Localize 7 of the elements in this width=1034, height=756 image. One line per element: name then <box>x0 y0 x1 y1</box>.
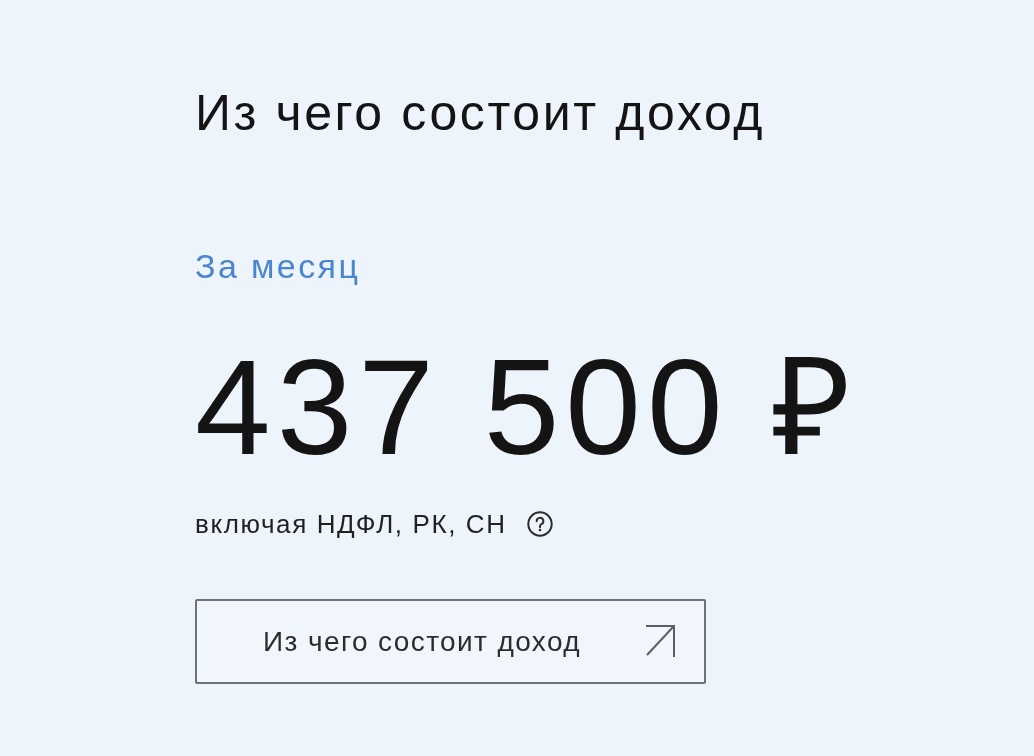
section-title: Из чего состоит доход <box>195 84 766 143</box>
tax-note: включая НДФЛ, РК, СН <box>195 507 507 541</box>
income-details-button[interactable]: Из чего состоит доход <box>195 599 706 685</box>
arrow-up-right-icon <box>645 625 675 659</box>
help-icon[interactable] <box>526 511 553 538</box>
income-amount: 437 500 ₽ <box>195 338 858 475</box>
period-label: За месяц <box>195 246 361 287</box>
